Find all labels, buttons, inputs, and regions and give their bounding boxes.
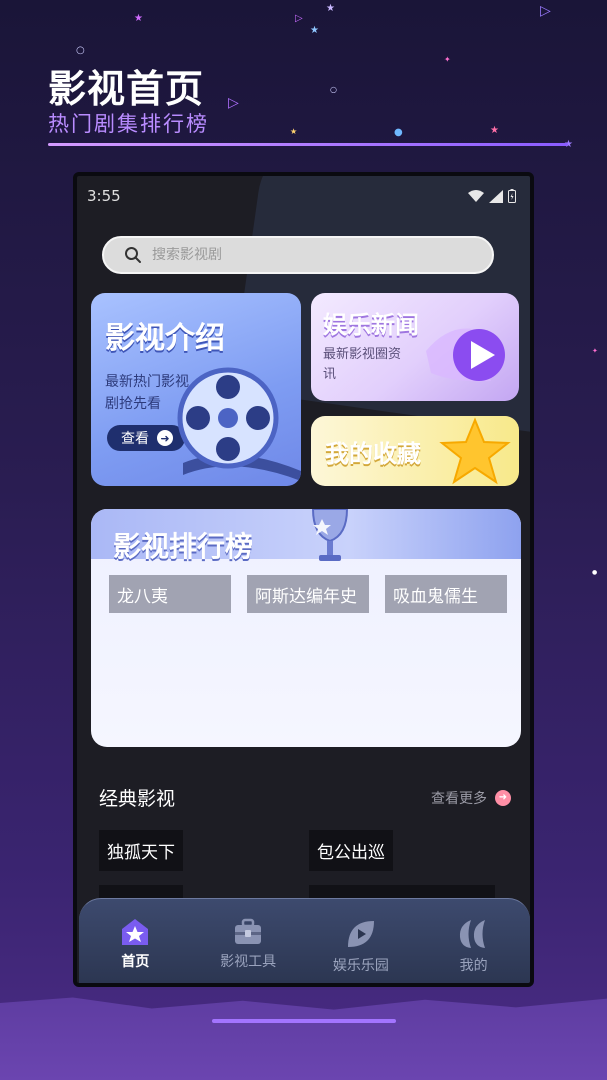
- sparkle-triangle-icon: ▷: [295, 13, 303, 24]
- profile-icon: [459, 920, 485, 948]
- status-time: 3:55: [87, 187, 121, 205]
- toolbox-icon: [235, 918, 262, 944]
- tab-entertainment-label: 娱乐乐园: [332, 958, 389, 974]
- sparkle-triangle-icon: ▷: [228, 95, 239, 111]
- my-favorites-card[interactable]: 我的收藏: [311, 416, 519, 486]
- sparkle-star-icon: ★: [134, 13, 143, 24]
- film-reel-icon: [177, 367, 301, 481]
- sparkle-star-icon: ★: [326, 3, 335, 14]
- search-input[interactable]: [152, 247, 452, 263]
- arrow-right-icon: ➜: [495, 789, 511, 806]
- trophy-icon: [311, 509, 349, 561]
- home-indicator[interactable]: [212, 1019, 396, 1023]
- tab-home[interactable]: 首页: [85, 917, 185, 971]
- play-button-icon: [426, 328, 505, 382]
- sparkle-circle-icon: ○: [330, 85, 337, 94]
- signal-icon: [489, 189, 503, 203]
- page-title: 影视首页: [48, 67, 205, 111]
- classics-header: 经典影视 查看更多 ➜: [99, 784, 511, 811]
- classic-item[interactable]: 包公出巡: [309, 830, 393, 871]
- movie-intro-title: 影视介绍: [105, 321, 225, 356]
- sparkle-star-icon: ★: [490, 125, 499, 136]
- sparkle-circle-icon: ○: [76, 45, 85, 56]
- wifi-icon: [468, 189, 484, 202]
- arrow-right-icon: ➜: [157, 430, 173, 446]
- phone-mockup: 3:55 影视介绍 最新热门影视剧抢先看 查看 ➜: [73, 172, 534, 987]
- bottom-tab-bar: 首页 影视工具 娱乐乐园 我的: [79, 898, 530, 983]
- favorites-title: 我的收藏: [325, 440, 421, 468]
- search-bar[interactable]: [102, 236, 494, 274]
- star-home-icon: [122, 919, 149, 945]
- tab-profile[interactable]: 我的: [424, 917, 524, 975]
- ranking-item[interactable]: 吸血鬼儒生: [385, 575, 507, 613]
- sparkle-dot-icon: ●: [394, 127, 403, 138]
- page-subtitle: 热门剧集排行榜: [48, 112, 209, 136]
- search-icon: [125, 247, 141, 263]
- news-desc: 最新影视圈资讯: [323, 347, 402, 382]
- ranking-item[interactable]: 龙八夷: [109, 575, 231, 613]
- tab-profile-label: 我的: [459, 958, 488, 974]
- see-more-link[interactable]: 查看更多 ➜: [431, 788, 511, 808]
- classic-item[interactable]: 独孤天下: [99, 830, 183, 871]
- status-bar: 3:55: [87, 186, 516, 206]
- see-more-label: 查看更多: [431, 790, 487, 807]
- ranking-card: 影视排行榜 龙八夷 阿斯达编年史 吸血鬼儒生: [91, 509, 521, 747]
- tab-tools-label: 影视工具: [220, 954, 277, 970]
- ranking-title: 影视排行榜: [113, 530, 254, 563]
- sparkle-star-icon: ★: [310, 25, 319, 36]
- news-title: 娱乐新闻: [323, 311, 419, 339]
- sparkle-star-icon: ✦: [592, 347, 598, 355]
- sparkle-triangle-icon: ▷: [540, 3, 551, 19]
- tab-entertainment[interactable]: 娱乐乐园: [311, 917, 411, 975]
- ranking-item[interactable]: 阿斯达编年史: [247, 575, 369, 613]
- header-divider: [48, 143, 568, 146]
- play-leaf-icon: [347, 921, 374, 947]
- ranking-list: 龙八夷 阿斯达编年史 吸血鬼儒生: [109, 575, 507, 613]
- entertainment-news-card[interactable]: 娱乐新闻 最新影视圈资讯: [311, 293, 519, 401]
- battery-icon: [508, 189, 516, 203]
- tab-home-label: 首页: [121, 954, 150, 970]
- star-icon: [439, 417, 511, 485]
- classics-title: 经典影视: [99, 788, 176, 810]
- tab-tools[interactable]: 影视工具: [198, 917, 298, 971]
- view-button-label: 查看: [121, 431, 149, 447]
- movie-intro-card[interactable]: 影视介绍 最新热门影视剧抢先看 查看 ➜: [91, 293, 301, 486]
- status-icons: [468, 189, 516, 203]
- sparkle-star-icon: ★: [290, 127, 298, 136]
- sparkle-star-icon: ✦: [444, 55, 451, 64]
- sparkle-dot-icon: ●: [592, 569, 598, 576]
